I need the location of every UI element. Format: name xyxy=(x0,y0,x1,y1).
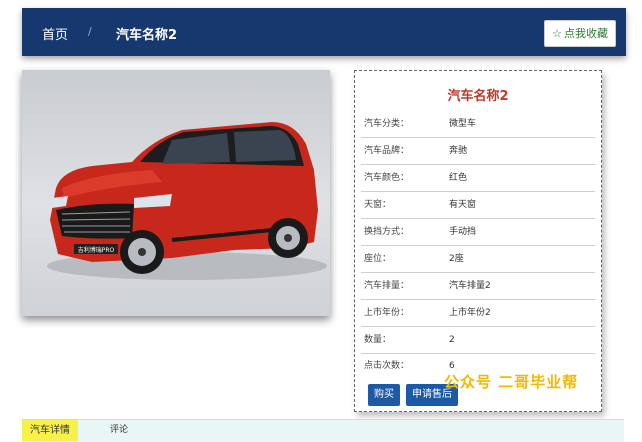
plate-text: 吉利博瑞PRO xyxy=(78,246,115,254)
spec-label: 天窗： xyxy=(364,200,392,210)
spec-row-quantity: 数量： 2 xyxy=(361,327,595,354)
car-image: 吉利博瑞PRO xyxy=(22,70,330,316)
spec-value: 微型车 xyxy=(449,119,477,129)
spec-label: 数量： xyxy=(364,335,392,345)
spec-value: 上市年份2 xyxy=(449,308,491,318)
car-info-panel: 汽车名称2 汽车分类： 微型车 汽车品牌： 奔驰 汽车颜色： 红色 天窗： 有天… xyxy=(354,70,602,412)
buy-button[interactable]: 购买 xyxy=(368,384,400,406)
breadcrumb-separator: / xyxy=(88,25,92,38)
top-nav-bar: 首页 / 汽车名称2 ☆ 点我收藏 xyxy=(22,8,626,56)
spec-row-seats: 座位： 2座 xyxy=(361,246,595,273)
tab-car-details[interactable]: 汽车详情 xyxy=(22,420,78,441)
spec-value: 有天窗 xyxy=(449,200,477,210)
car-title: 汽车名称2 xyxy=(447,89,509,104)
spec-row-category: 汽车分类： 微型车 xyxy=(361,111,595,138)
spec-label: 汽车品牌： xyxy=(364,146,410,156)
spec-value: 2座 xyxy=(449,254,464,264)
detail-tabs: 汽车详情 评论 xyxy=(22,419,624,442)
spec-row-color: 汽车颜色： 红色 xyxy=(361,165,595,192)
spec-value: 2 xyxy=(449,335,455,345)
spec-label: 汽车颜色： xyxy=(364,173,410,183)
breadcrumb-home[interactable]: 首页 xyxy=(42,24,68,43)
car-illustration: 吉利博瑞PRO xyxy=(47,122,327,280)
tab-comments[interactable]: 评论 xyxy=(110,420,128,441)
spec-value: 手动挡 xyxy=(449,227,477,237)
spec-value: 奔驰 xyxy=(449,146,468,156)
watermark-text: 公众号 二哥毕业帮 xyxy=(444,373,579,391)
spec-row-displacement: 汽车排量： 汽车排量2 xyxy=(361,273,595,300)
favorite-button-label: 点我收藏 xyxy=(564,27,608,40)
spec-label: 换挡方式： xyxy=(364,227,410,237)
spec-label: 上市年份： xyxy=(364,308,410,318)
spec-value: 红色 xyxy=(449,173,468,183)
spec-row-transmission: 换挡方式： 手动挡 xyxy=(361,219,595,246)
spec-label: 点击次数： xyxy=(364,361,410,371)
spec-value: 汽车排量2 xyxy=(449,281,491,291)
spec-label: 汽车分类： xyxy=(364,119,410,129)
spec-label: 汽车排量： xyxy=(364,281,410,291)
spec-label: 座位： xyxy=(364,254,392,264)
spec-row-sunroof: 天窗： 有天窗 xyxy=(361,192,595,219)
star-icon: ☆ xyxy=(552,27,562,40)
spec-row-brand: 汽车品牌： 奔驰 xyxy=(361,138,595,165)
spec-row-release-year: 上市年份： 上市年份2 xyxy=(361,300,595,327)
favorite-button[interactable]: ☆ 点我收藏 xyxy=(544,20,616,47)
breadcrumb-current: 汽车名称2 xyxy=(116,28,178,43)
